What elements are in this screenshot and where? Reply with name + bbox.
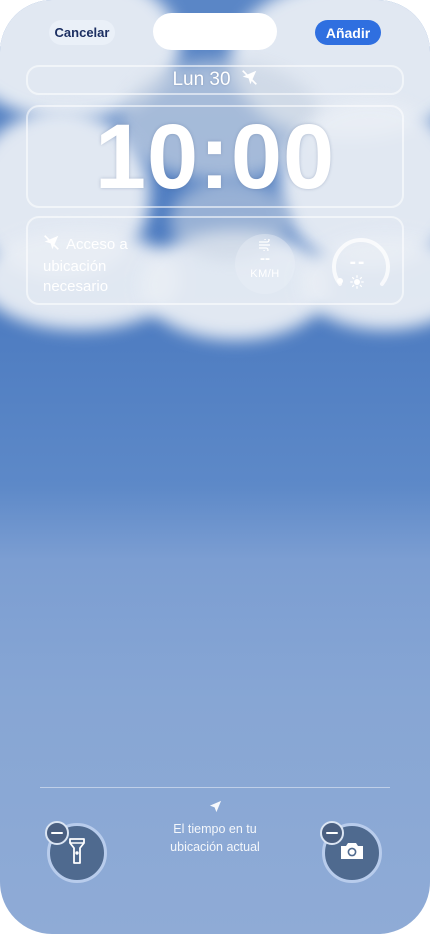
minus-icon	[51, 831, 63, 835]
sun-icon	[350, 275, 364, 294]
dynamic-island	[153, 13, 277, 50]
minus-icon	[326, 831, 338, 835]
location-off-icon	[43, 234, 60, 257]
weather-info-line2: ubicación actual	[170, 840, 260, 854]
location-widget[interactable]: Acceso a ubicación necesario	[43, 234, 173, 297]
uv-value: --	[349, 252, 367, 273]
lock-screen-preview: Cancelar Añadir Lun 30 10:00 Acceso a ub…	[0, 0, 430, 934]
weather-location-info: El tiempo en tu ubicación actual	[135, 800, 295, 856]
weather-info-line1: El tiempo en tu	[173, 822, 257, 836]
divider	[40, 787, 390, 788]
add-button[interactable]: Añadir	[315, 20, 381, 45]
remove-camera-button[interactable]	[320, 821, 344, 845]
date-widget[interactable]: Lun 30	[26, 65, 404, 95]
uv-gauge-widget[interactable]: --	[328, 232, 394, 298]
widgets-area[interactable]: Acceso a ubicación necesario -- KM/H --	[26, 216, 404, 305]
clock-widget[interactable]: 10:00	[26, 105, 404, 208]
wind-unit: KM/H	[250, 268, 280, 280]
wind-widget[interactable]: -- KM/H	[235, 234, 295, 294]
camera-icon	[339, 841, 365, 866]
cancel-button[interactable]: Cancelar	[49, 20, 115, 45]
clock-time: 10:00	[94, 105, 336, 208]
remove-flashlight-button[interactable]	[45, 821, 69, 845]
flashlight-icon	[69, 837, 85, 869]
date-text: Lun 30	[172, 69, 231, 90]
wind-value: --	[260, 250, 270, 267]
location-arrow-icon	[135, 800, 295, 818]
location-off-icon	[241, 69, 258, 91]
